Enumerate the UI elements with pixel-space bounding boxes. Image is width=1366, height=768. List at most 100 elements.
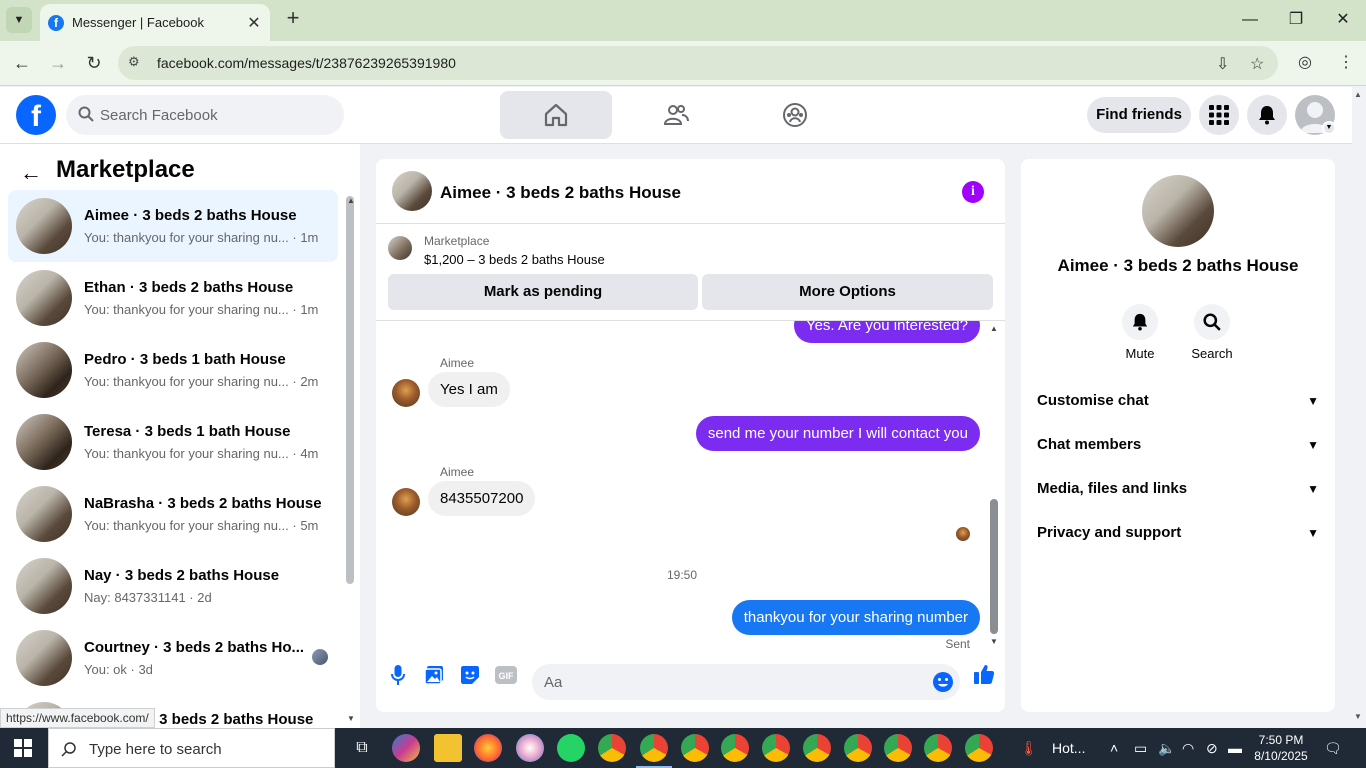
reload-button[interactable]: ↻	[82, 51, 106, 75]
incoming-message[interactable]: 8435507200	[428, 481, 536, 516]
mute-button[interactable]: Mute	[1110, 304, 1170, 361]
microphone-icon[interactable]	[387, 664, 409, 686]
chrome-icon[interactable]	[598, 734, 626, 762]
photo-icon[interactable]	[423, 664, 445, 686]
conversation-item[interactable]: Courtney · 3 beds 2 baths Ho... You: ok …	[8, 622, 338, 694]
chrome-icon[interactable]	[721, 734, 749, 762]
meet-now-icon[interactable]: ▭	[1134, 740, 1147, 757]
notification-center-icon[interactable]: 🗨	[1324, 740, 1342, 757]
facebook-logo-icon[interactable]: f	[16, 95, 56, 135]
conversation-item[interactable]: Ethan · 3 beds 2 baths House You: thanky…	[8, 262, 338, 334]
sender-avatar[interactable]	[392, 488, 420, 516]
menu-grid-button[interactable]	[1199, 95, 1239, 135]
forward-button[interactable]: →	[46, 51, 70, 75]
listing-price[interactable]: $1,200 – 3 beds 2 baths House	[424, 252, 605, 267]
outgoing-message[interactable]: thankyou for your sharing number	[731, 600, 980, 635]
conversation-avatar[interactable]	[1142, 175, 1214, 247]
task-view-icon[interactable]: ⧉	[348, 734, 376, 762]
chrome-icon[interactable]	[803, 734, 831, 762]
windows-start-icon[interactable]	[14, 739, 32, 757]
thermometer-icon[interactable]: 🌡	[1020, 740, 1038, 757]
install-app-icon[interactable]: ⇩	[1216, 54, 1229, 74]
page-scroll-down-icon[interactable]: ▼	[1354, 712, 1362, 721]
tab-groups[interactable]	[739, 91, 851, 139]
chat-title[interactable]: Aimee · 3 beds 2 baths House	[440, 183, 681, 203]
page-scroll-up-icon[interactable]: ▲	[1354, 90, 1362, 99]
tab-close-icon[interactable]: ✕	[244, 13, 264, 33]
gif-icon[interactable]: GIF	[495, 664, 517, 686]
search-input[interactable]	[100, 95, 330, 135]
battery-icon[interactable]: ▬	[1228, 740, 1242, 756]
facebook-search[interactable]	[66, 95, 344, 135]
sidebar-scrollbar[interactable]	[346, 196, 354, 584]
chat-members-row[interactable]: Chat members ▼	[1037, 427, 1319, 463]
conversation-item[interactable]: Pedro · 3 beds 1 bath House You: thankyo…	[8, 334, 338, 406]
sticker-icon[interactable]	[459, 664, 481, 686]
scroll-up-arrow-icon[interactable]: ▲	[347, 196, 355, 205]
more-options-button[interactable]: More Options	[702, 274, 993, 310]
message-input[interactable]	[544, 664, 924, 700]
privacy-support-row[interactable]: Privacy and support ▼	[1037, 515, 1319, 551]
search-conversation-button[interactable]: Search	[1182, 304, 1242, 361]
volume-icon[interactable]: 🔈	[1158, 740, 1175, 757]
restore-button[interactable]: ❐	[1284, 8, 1308, 32]
back-arrow-icon[interactable]: ←	[20, 160, 42, 186]
incoming-message[interactable]: Yes I am	[428, 372, 510, 407]
chat-scrollbar[interactable]	[990, 499, 998, 634]
chrome-icon[interactable]	[762, 734, 790, 762]
listing-thumbnail	[16, 558, 72, 614]
outgoing-message[interactable]: Yes. Are you interested?	[793, 321, 980, 343]
paint-icon[interactable]	[516, 734, 544, 762]
chat-avatar[interactable]	[392, 171, 432, 211]
wifi-off-icon[interactable]: ⊘	[1206, 740, 1218, 757]
thumbs-up-icon[interactable]	[972, 662, 996, 686]
site-info-icon[interactable]: ⚙	[128, 54, 146, 72]
whatsapp-icon[interactable]	[557, 734, 585, 762]
system-clock[interactable]: 7:50 PM 8/10/2025	[1246, 732, 1316, 764]
conversation-item[interactable]: Teresa · 3 beds 1 bath House You: thanky…	[8, 406, 338, 478]
taskbar-search[interactable]: Type here to search	[48, 728, 335, 768]
tab-home[interactable]	[500, 91, 612, 139]
customise-chat-row[interactable]: Customise chat ▼	[1037, 383, 1319, 419]
profile-icon[interactable]: ◎	[1298, 52, 1312, 72]
back-button[interactable]: ←	[10, 51, 34, 75]
info-icon[interactable]: i	[962, 181, 984, 203]
file-explorer-icon[interactable]	[434, 734, 462, 762]
omnibox[interactable]: ⚙ facebook.com/messages/t/23876239265391…	[118, 46, 1278, 80]
browser-tab[interactable]: f Messenger | Facebook ✕	[40, 4, 270, 41]
url-text[interactable]: facebook.com/messages/t/2387623926539198…	[157, 55, 456, 71]
chrome-icon[interactable]	[965, 734, 993, 762]
emoji-icon[interactable]	[932, 671, 954, 693]
sender-avatar[interactable]	[392, 379, 420, 407]
chrome-icon[interactable]	[844, 734, 872, 762]
outgoing-message[interactable]: send me your number I will contact you	[695, 416, 980, 451]
minimize-button[interactable]: —	[1238, 8, 1262, 32]
chrome-icon[interactable]	[884, 734, 912, 762]
find-friends-button[interactable]: Find friends	[1087, 97, 1191, 133]
chrome-icon[interactable]	[640, 734, 668, 762]
tab-search-menu-button[interactable]: ▼	[6, 7, 32, 33]
tab-friends[interactable]	[620, 91, 732, 139]
copilot-icon[interactable]	[392, 734, 420, 762]
notifications-button[interactable]	[1247, 95, 1287, 135]
conversation-item[interactable]: NaBrasha · 3 beds 2 baths House You: tha…	[8, 478, 338, 550]
chrome-icon[interactable]	[924, 734, 952, 762]
chrome-icon[interactable]	[681, 734, 709, 762]
tray-chevron-icon[interactable]: ˄	[1110, 740, 1118, 756]
browser-menu-icon[interactable]: ⋮	[1338, 52, 1354, 72]
bookmark-star-icon[interactable]: ☆	[1250, 54, 1264, 74]
scroll-down-arrow-icon[interactable]: ▼	[347, 714, 355, 723]
media-files-links-row[interactable]: Media, files and links ▼	[1037, 471, 1319, 507]
scroll-down-arrow-icon[interactable]: ▼	[990, 637, 998, 646]
network-icon[interactable]: ◠	[1182, 740, 1194, 757]
conversation-item[interactable]: Aimee · 3 beds 2 baths House You: thanky…	[8, 190, 338, 262]
message-input-container[interactable]	[532, 664, 960, 700]
firefox-icon[interactable]	[474, 734, 502, 762]
weather-text[interactable]: Hot...	[1052, 740, 1085, 756]
mark-as-pending-button[interactable]: Mark as pending	[388, 274, 698, 310]
close-window-button[interactable]: ✕	[1331, 8, 1355, 32]
conversation-item[interactable]: Nay · 3 beds 2 baths House Nay: 84373311…	[8, 550, 338, 622]
new-tab-button[interactable]: +	[282, 7, 304, 30]
scroll-up-arrow-icon[interactable]: ▲	[990, 324, 998, 333]
account-chevron-icon[interactable]: ▼	[1322, 121, 1336, 135]
